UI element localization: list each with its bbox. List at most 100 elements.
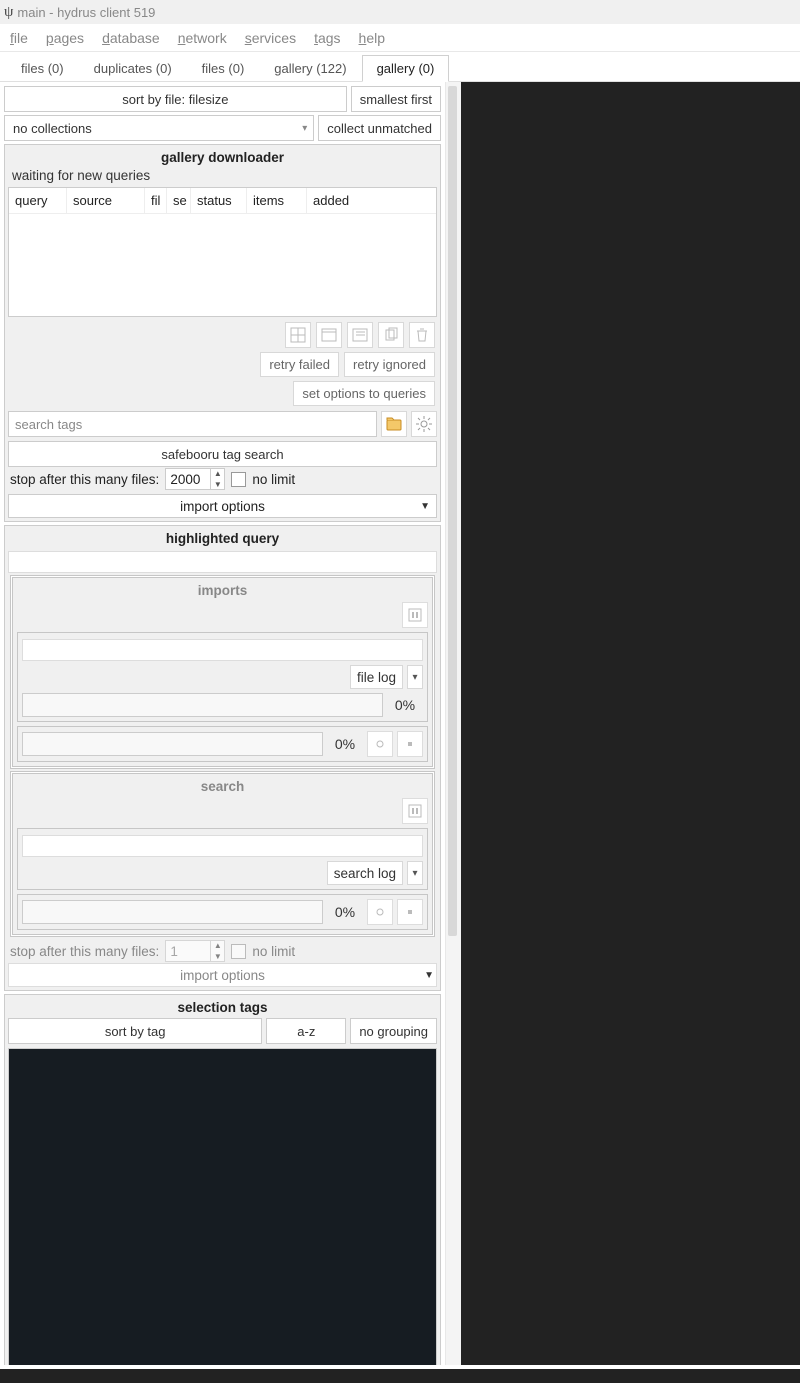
no-limit-label: no limit [252, 472, 295, 487]
pause-icon[interactable] [402, 602, 428, 628]
highlighted-title: highlighted query [8, 529, 437, 549]
search-group: search search log ▾ 0% [10, 771, 435, 937]
col-se[interactable]: se [167, 188, 191, 213]
menu-help[interactable]: help [359, 30, 385, 46]
highlighted-query-group: highlighted query imports file log ▾ [4, 525, 441, 991]
import-pct-1: 0% [387, 697, 423, 713]
search-log-dropdown[interactable]: search log [327, 861, 403, 885]
tab-files-1[interactable]: files (0) [187, 55, 260, 81]
col-fil[interactable]: fil [145, 188, 167, 213]
col-items[interactable]: items [247, 188, 307, 213]
search-engine-button[interactable]: safebooru tag search [8, 441, 437, 467]
vertical-scrollbar[interactable] [445, 82, 461, 1383]
titlebar: ψ main - hydrus client 519 [0, 0, 800, 24]
sort-by-button[interactable]: sort by file: filesize [4, 86, 347, 112]
app-icon: ψ [4, 4, 13, 21]
file-log-label: file log [357, 670, 396, 685]
col-query[interactable]: query [9, 188, 67, 213]
menu-network[interactable]: network [178, 30, 227, 46]
sort-direction-button[interactable]: smallest first [351, 86, 441, 112]
stop-after-value-2: 1 [166, 944, 210, 959]
gallery-downloader-group: gallery downloader waiting for new queri… [4, 144, 441, 522]
search-tags-placeholder: search tags [15, 417, 82, 432]
search-tags-input[interactable]: search tags [8, 411, 377, 437]
window-icon[interactable] [316, 322, 342, 348]
spinner-down-icon-2[interactable]: ▼ [211, 951, 224, 962]
col-status[interactable]: status [191, 188, 247, 213]
gear-icon[interactable] [411, 411, 437, 437]
stop-after-value: 2000 [166, 472, 210, 487]
spinner-up-icon-2[interactable]: ▲ [211, 940, 224, 951]
menu-file[interactable]: file [10, 30, 28, 46]
menu-database[interactable]: database [102, 30, 160, 46]
col-added[interactable]: added [307, 188, 436, 213]
col-source[interactable]: source [67, 188, 145, 213]
chevron-down-icon: ▾ [302, 123, 307, 134]
selection-tags-group: selection tags sort by tag a-z no groupi… [4, 994, 441, 1379]
menubar: file pages database network services tag… [0, 24, 800, 52]
import-options-label-2: import options [180, 968, 265, 983]
tab-gallery-122[interactable]: gallery (122) [259, 55, 361, 81]
retry-ignored-button[interactable]: retry ignored [344, 352, 435, 377]
gear-icon-2[interactable] [367, 731, 393, 757]
table-header: query source fil se status items added [9, 188, 436, 214]
no-limit-checkbox-2[interactable] [231, 944, 246, 959]
stop-after-label: stop after this many files: [10, 472, 159, 487]
search-title: search [17, 778, 428, 798]
menu-services[interactable]: services [245, 30, 296, 46]
tag-sort-button[interactable]: sort by tag [8, 1018, 262, 1044]
tag-grouping-button[interactable]: no grouping [350, 1018, 437, 1044]
retry-failed-button[interactable]: retry failed [260, 352, 339, 377]
preview-pane [461, 82, 800, 1383]
stop-after-spinner-2[interactable]: 1 ▲▼ [165, 940, 225, 962]
no-limit-checkbox[interactable] [231, 472, 246, 487]
set-options-button[interactable]: set options to queries [293, 381, 435, 406]
window-title: main - hydrus client 519 [17, 5, 155, 20]
import-progress-1 [22, 693, 383, 717]
stop-icon[interactable] [397, 731, 423, 757]
caret-down-icon-2: ▼ [424, 970, 434, 981]
left-pane: sort by file: filesize smallest first no… [0, 82, 445, 1383]
import-options-dropdown[interactable]: import options ▼ [8, 494, 437, 518]
pause-icon-2[interactable] [402, 798, 428, 824]
copy-icon[interactable] [378, 322, 404, 348]
spinner-up-icon[interactable]: ▲ [211, 468, 224, 479]
import-progress-2 [22, 732, 323, 756]
tag-order-button[interactable]: a-z [266, 1018, 346, 1044]
imports-title: imports [17, 582, 428, 602]
stop-after-spinner[interactable]: 2000 ▲▼ [165, 468, 225, 490]
stop-after-label-2: stop after this many files: [10, 944, 159, 959]
menu-tags[interactable]: tags [314, 30, 340, 46]
file-log-dropdown[interactable]: file log [350, 665, 403, 689]
menu-pages[interactable]: pages [46, 30, 84, 46]
query-table[interactable]: query source fil se status items added [8, 187, 437, 317]
import-status-bar [22, 639, 423, 661]
file-log-caret[interactable]: ▾ [407, 665, 423, 689]
search-log-label: search log [334, 866, 396, 881]
gallery-status: waiting for new queries [8, 168, 437, 187]
gear-icon-3[interactable] [367, 899, 393, 925]
bottom-status-bar [0, 1365, 800, 1383]
import-pct-2: 0% [327, 736, 363, 752]
paste-icon[interactable] [381, 411, 407, 437]
search-pct: 0% [327, 904, 363, 920]
collections-select[interactable]: no collections ▾ [4, 115, 314, 141]
grid-icon[interactable] [285, 322, 311, 348]
search-log-caret[interactable]: ▾ [407, 861, 423, 885]
spinner-down-icon[interactable]: ▼ [211, 479, 224, 490]
no-limit-label-2: no limit [252, 944, 295, 959]
tag-list[interactable] [8, 1048, 437, 1375]
tab-duplicates[interactable]: duplicates (0) [79, 55, 187, 81]
tab-files-0[interactable]: files (0) [6, 55, 79, 81]
selection-tags-title: selection tags [8, 998, 437, 1018]
trash-icon[interactable] [409, 322, 435, 348]
list-icon[interactable] [347, 322, 373, 348]
stop-icon-2[interactable] [397, 899, 423, 925]
collect-unmatched-button[interactable]: collect unmatched [318, 115, 441, 141]
tab-bar: files (0) duplicates (0) files (0) galle… [0, 52, 800, 82]
import-options-label: import options [180, 499, 265, 514]
search-status-bar [22, 835, 423, 857]
tab-gallery-0[interactable]: gallery (0) [362, 55, 450, 82]
collections-label: no collections [13, 121, 92, 136]
import-options-dropdown-2[interactable]: import options ▼ [8, 963, 437, 987]
